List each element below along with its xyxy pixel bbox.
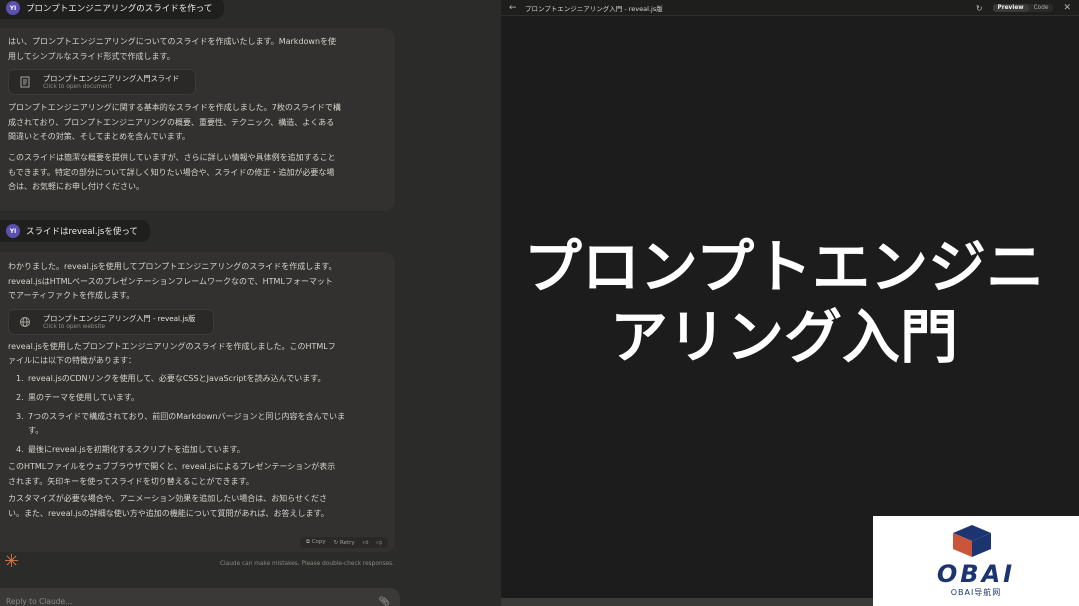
- user-message-text: スライドはreveal.jsを使って: [26, 227, 138, 237]
- tab-preview[interactable]: Preview: [992, 4, 1029, 12]
- reply-text: reveal.jsはHTMLベースのプレゼンテーションフレームワークなので、HT…: [8, 276, 333, 286]
- artifact-title: プロンプトエンジニアリング入門 - reveal.js版: [43, 313, 196, 323]
- preview-header: ← プロンプトエンジニアリング入門 - reveal.js版 ↻ Preview…: [501, 0, 1079, 16]
- feature-list: 1. reveal.jsのCDNリンクを使用して、必要なCSSとJavaScrip…: [8, 372, 385, 457]
- reply-text: わかりました。reveal.jsを使用してプロンプトエンジニアリングのスライドを…: [8, 262, 337, 271]
- artifact-card-website[interactable]: プロンプトエンジニアリング入門 - reveal.js版 Click to op…: [8, 308, 214, 335]
- assistant-reply: わかりました。reveal.jsを使用してプロンプトエンジニアリングのスライドを…: [0, 252, 395, 552]
- preview-title: プロンプトエンジニアリング入門 - reveal.js版: [525, 4, 663, 13]
- user-avatar: YI: [6, 224, 20, 238]
- reply-text: 用してシンプルなスライド形式で作成します。: [8, 51, 175, 61]
- retry-button[interactable]: ↻ Retry: [334, 540, 355, 546]
- reply-text: このスライドは簡潔な概要を提供していますが、さらに詳しい情報や具体例を追加するこ…: [8, 152, 336, 162]
- artifact-subtitle: Click to open document: [43, 84, 112, 91]
- reply-text: このHTMLファイルをウェブブラウザで開くと、reveal.jsによるプレゼンテ…: [8, 461, 336, 471]
- slide-title-line: アリング入門: [609, 303, 958, 371]
- user-message: YI スライドはreveal.jsを使って: [0, 220, 150, 242]
- disclaimer: Claude can make mistakes. Please double-…: [220, 561, 395, 567]
- watermark-sub: OBAI导航网: [950, 588, 1002, 597]
- reply-input[interactable]: Reply to Claude... 📎︎: [0, 588, 400, 606]
- artifact-subtitle: Click to open website: [43, 323, 106, 330]
- reply-text: もできます。特定の部分について詳しく知りたい場合や、スライドの修正・追加が必要な…: [8, 167, 335, 177]
- list-item: 2. 黒のテーマを使用しています。: [16, 392, 139, 402]
- reply-text: カスタマイズが必要な場合や、アニメーション効果を追加したい場合は、お知らせくださ: [8, 494, 328, 504]
- claude-spark-icon: ✳: [4, 551, 20, 572]
- attach-icon[interactable]: 📎︎: [379, 597, 390, 606]
- chat-pane: YI プロンプトエンジニアリングのスライドを作って はい、プロンプトエンジニアリ…: [0, 0, 501, 606]
- artifact-title: プロンプトエンジニアリング入門スライド: [43, 74, 180, 84]
- watermark-logo: OBAI OBAI导航网: [873, 516, 1079, 606]
- close-icon[interactable]: ✕: [1063, 3, 1071, 13]
- reply-input-placeholder: Reply to Claude...: [6, 597, 73, 606]
- list-item: 4. 最後にreveal.jsを初期化するスクリプトを追加しています。: [16, 444, 245, 454]
- message-actions: ⧉ Copy ↻ Retry 👍︎ 👎︎: [300, 537, 388, 548]
- refresh-icon[interactable]: ↻: [976, 4, 983, 13]
- list-item: 3. 7つのスライドで構成されており、前回のMarkdownバージョンと同じ内容…: [16, 411, 346, 435]
- thumbs-up-icon[interactable]: 👍︎: [363, 540, 369, 546]
- view-toggle: Preview Code: [992, 4, 1054, 12]
- list-item: 1. reveal.jsのCDNリンクを使用して、必要なCSSとJavaScrip…: [16, 373, 326, 383]
- reply-text: 合は、お気軽にお申し付けください。: [8, 182, 144, 192]
- reply-text: 間違いとその対策、そしてまとめを含んでいます。: [8, 132, 190, 142]
- reply-text: い。また、reveal.jsの詳細な使い方や追加の機能について質問があれば、お答…: [8, 508, 329, 518]
- slide-title-line: プロンプトエンジニ: [523, 233, 1045, 301]
- reply-text: はい、プロンプトエンジニアリングについてのスライドを作成いたします。Markdo…: [8, 37, 337, 46]
- reply-text: reveal.jsを使用したプロンプトエンジニアリングのスライドを作成しました。…: [8, 341, 336, 351]
- assistant-reply: はい、プロンプトエンジニアリングについてのスライドを作成いたします。Markdo…: [0, 28, 395, 211]
- reply-text: プロンプトエンジニアリングに関する基本的なスライドを作成しました。7枚のスライド…: [8, 103, 341, 113]
- reply-text: ァイルには以下の特徴があります：: [8, 356, 136, 366]
- reply-text: 成されており、プロンプトエンジニアリングの概要、重要性、テクニック、構造、よくあ…: [8, 117, 335, 127]
- user-avatar: YI: [6, 1, 20, 15]
- back-arrow-icon[interactable]: ←: [509, 3, 525, 13]
- cube-logo-icon: [953, 525, 991, 557]
- tab-code[interactable]: Code: [1029, 4, 1054, 12]
- globe-icon: [17, 314, 33, 330]
- reply-text: されます。矢印キーを使ってスライドを切り替えることができます。: [8, 476, 254, 486]
- thumbs-down-icon[interactable]: 👎︎: [376, 540, 382, 546]
- reply-text: でアーティファクトを作成します。: [8, 291, 135, 301]
- artifact-card-document[interactable]: プロンプトエンジニアリング入門スライド Click to open docume…: [8, 69, 196, 96]
- watermark-brand: OBAI: [936, 560, 1016, 588]
- document-icon: [17, 74, 33, 90]
- user-message: YI プロンプトエンジニアリングのスライドを作って: [0, 0, 225, 19]
- user-message-text: プロンプトエンジニアリングのスライドを作って: [26, 4, 213, 14]
- copy-button[interactable]: ⧉ Copy: [306, 539, 326, 546]
- slide-title: プロンプトエンジニ アリング入門: [501, 232, 1067, 372]
